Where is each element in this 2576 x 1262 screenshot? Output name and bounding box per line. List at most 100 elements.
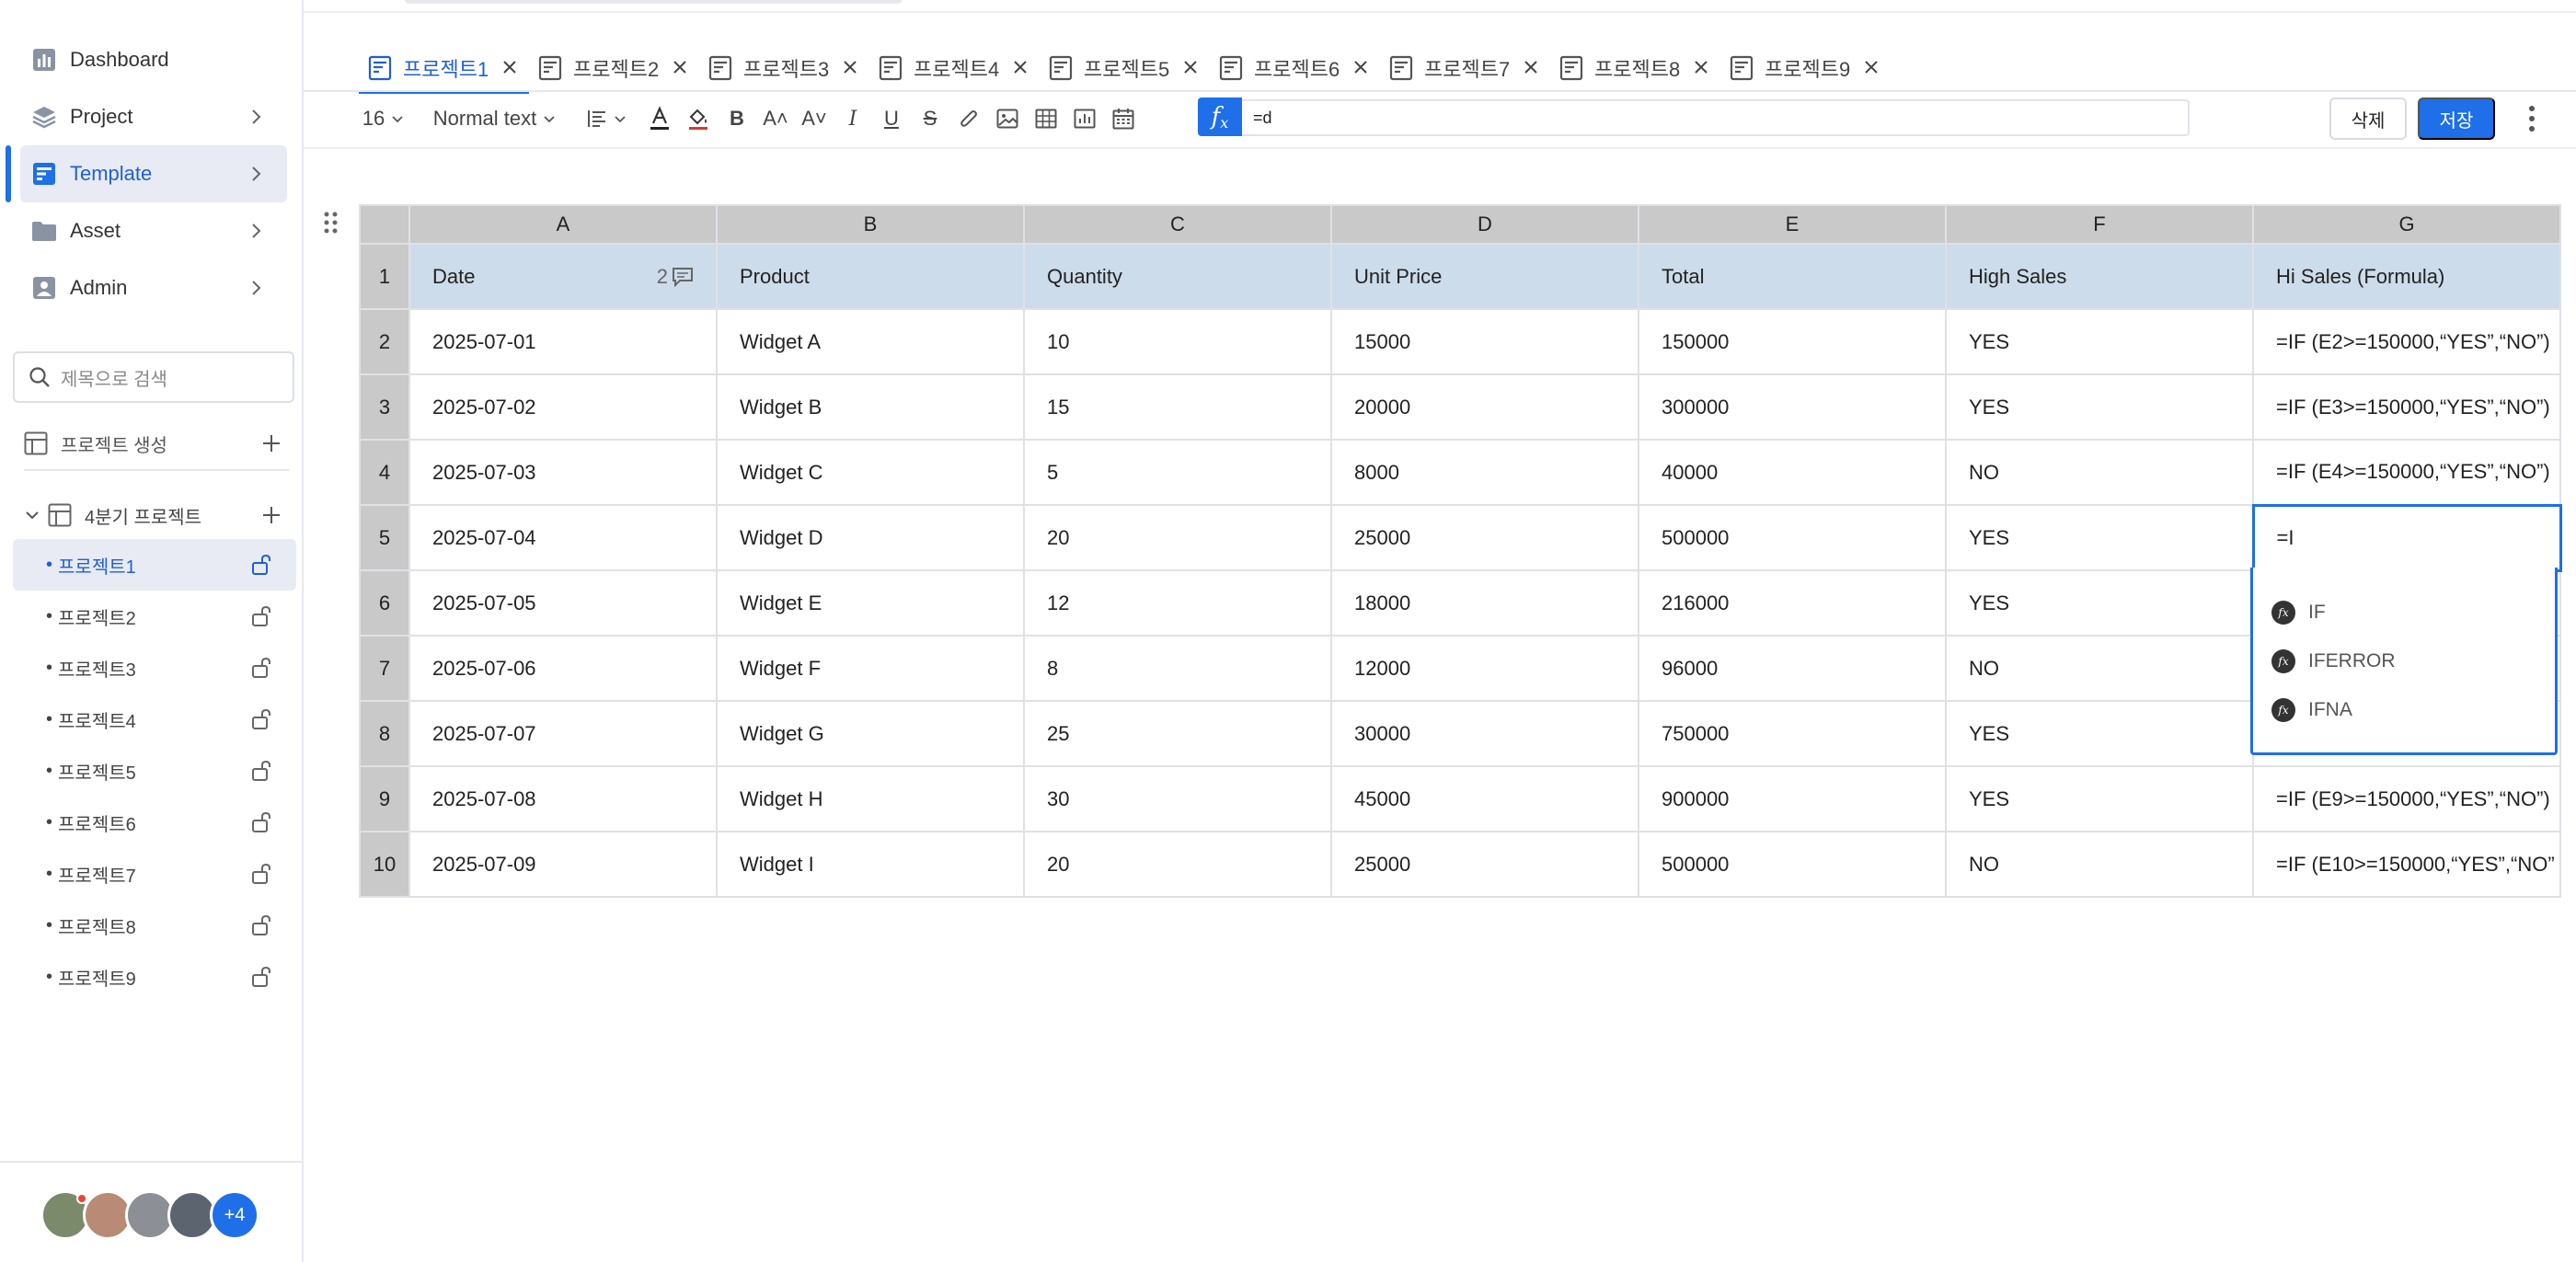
unlock-icon[interactable] [250,760,272,782]
tab-project[interactable]: 프로젝트6 [1210,46,1380,90]
unlock-icon[interactable] [250,554,272,576]
table-cell[interactable]: Unit Price [1330,243,1639,310]
table-cell[interactable]: YES [1945,700,2254,767]
tab-project[interactable]: 프로젝트4 [869,46,1040,90]
tab-project[interactable]: 프로젝트7 [1380,46,1550,90]
tab-project[interactable]: 프로젝트8 [1550,46,1720,90]
table-button[interactable] [1027,100,1065,137]
table-cell[interactable]: 18000 [1330,569,1639,637]
table-cell[interactable]: 20 [1023,504,1332,571]
table-cell[interactable]: 20 [1023,831,1332,898]
table-cell[interactable]: YES [1945,308,2254,375]
bold-button[interactable]: B [718,100,756,137]
table-cell[interactable]: =IF (E2>=150000,“YES”,“NO”) [2252,308,2561,375]
italic-button[interactable]: I [834,100,872,137]
table-cell[interactable]: =IF (E9>=150000,“YES”,“NO”) [2252,765,2561,832]
table-cell[interactable]: 5 [1023,439,1332,506]
table-cell[interactable]: 2025-07-04 [408,504,718,571]
formula-input[interactable]: =d [1253,109,1272,128]
table-cell[interactable]: 2025-07-08 [408,765,718,832]
calendar-button[interactable] [1104,100,1143,137]
table-cell[interactable]: Widget I [716,831,1025,898]
sidebar-item-project[interactable]: • 프로젝트4 [13,694,296,745]
column-header[interactable]: B [716,204,1025,245]
unlock-icon[interactable] [250,966,272,988]
row-header[interactable]: 8 [359,700,410,767]
table-cell[interactable]: Date 2 [408,243,718,310]
table-cell[interactable]: 10 [1023,308,1332,375]
table-cell[interactable]: NO [1945,831,2254,898]
table-cell[interactable]: 20000 [1330,373,1639,441]
table-cell[interactable]: 150000 [1638,308,1947,375]
text-style-select[interactable]: Normal text [427,100,563,137]
autocomplete-item[interactable]: fx IFNA [2271,696,2352,724]
row-header[interactable]: 3 [359,373,410,441]
add-icon[interactable] [261,433,282,453]
table-cell[interactable]: Widget H [716,765,1025,832]
underline-button[interactable]: U [872,100,911,137]
table-cell[interactable]: 8000 [1330,439,1639,506]
table-cell[interactable]: High Sales [1945,243,2254,310]
table-cell[interactable]: Product [716,243,1025,310]
unlock-icon[interactable] [250,708,272,730]
table-cell[interactable]: YES [1945,504,2254,571]
column-header[interactable]: G [2252,204,2561,245]
sidebar-item-project[interactable]: • 프로젝트3 [13,642,296,694]
table-cell[interactable]: 500000 [1638,504,1947,571]
sidebar-item-project[interactable]: • 프로젝트8 [13,900,296,951]
table-cell[interactable]: YES [1945,373,2254,441]
unlock-icon[interactable] [250,605,272,627]
table-cell[interactable]: 2025-07-03 [408,439,718,506]
row-header[interactable]: 9 [359,765,410,832]
close-icon[interactable] [670,57,690,77]
close-icon[interactable] [1691,57,1711,77]
autocomplete-item[interactable]: fx IF [2271,599,2326,626]
table-cell[interactable]: 25 [1023,700,1332,767]
nav-project[interactable]: Project [20,88,287,145]
sidebar-item-project[interactable]: • 프로젝트5 [13,745,296,797]
close-icon[interactable] [500,57,520,77]
close-icon[interactable] [1180,57,1201,77]
active-cell[interactable]: =I [2251,503,2562,572]
table-cell[interactable]: 12000 [1330,635,1639,702]
tab-project[interactable]: 프로젝트5 [1040,46,1210,90]
column-header[interactable]: F [1945,204,2254,245]
table-cell[interactable]: Widget F [716,635,1025,702]
table-cell[interactable]: Widget G [716,700,1025,767]
table-cell[interactable]: 96000 [1638,635,1947,702]
table-cell[interactable]: 12 [1023,569,1332,637]
table-cell[interactable]: 30 [1023,765,1332,832]
align-select[interactable] [581,100,633,137]
autocomplete-item[interactable]: fx IFERROR [2271,648,2396,675]
table-cell[interactable]: 40000 [1638,439,1947,506]
strikethrough-button[interactable]: S [911,100,949,137]
table-cell[interactable]: 500000 [1638,831,1947,898]
column-header[interactable]: A [408,204,718,245]
user-avatars[interactable]: +4 [40,1190,259,1242]
table-cell[interactable]: 900000 [1638,765,1947,832]
sidebar-item-project[interactable]: • 프로젝트2 [13,591,296,642]
table-cell[interactable]: 2025-07-02 [408,373,718,441]
folder-row[interactable]: 4분기 프로젝트 [24,497,282,533]
row-header[interactable]: 10 [359,831,410,898]
unlock-icon[interactable] [250,657,272,679]
nav-asset[interactable]: Asset [20,202,287,259]
table-cell[interactable]: 8 [1023,635,1332,702]
column-header[interactable]: E [1638,204,1947,245]
font-size-select[interactable]: 16 [359,100,408,137]
delete-button[interactable]: 삭제 [2329,98,2407,140]
table-cell[interactable]: 2025-07-09 [408,831,718,898]
row-header[interactable]: 7 [359,635,410,702]
close-icon[interactable] [1861,57,1881,77]
tab-project[interactable]: 프로젝트3 [699,46,869,90]
table-cell[interactable]: NO [1945,439,2254,506]
font-color-button[interactable] [640,100,679,137]
more-options-icon[interactable] [2521,103,2543,134]
chevron-down-icon[interactable] [24,507,40,523]
table-cell[interactable]: 25000 [1330,504,1639,571]
table-cell[interactable]: 300000 [1638,373,1947,441]
table-cell[interactable]: NO [1945,635,2254,702]
sidebar-item-project[interactable]: • 프로젝트6 [13,797,296,848]
font-size-decrease-button[interactable]: A˅ [795,100,834,137]
image-button[interactable] [988,100,1027,137]
